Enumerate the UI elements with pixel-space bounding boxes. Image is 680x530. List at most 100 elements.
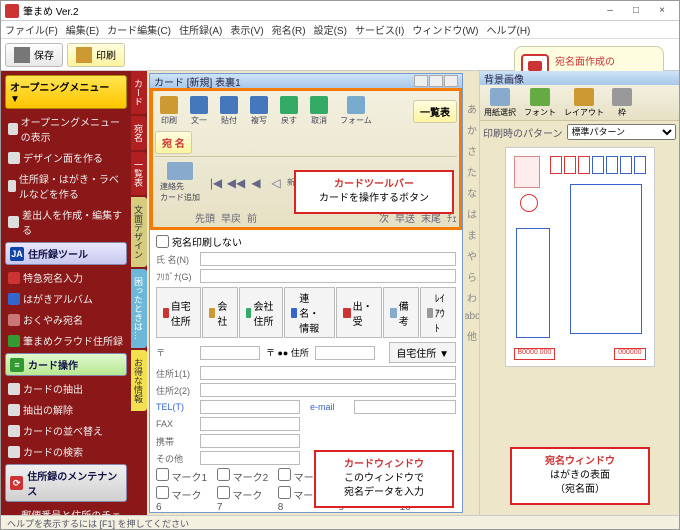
addcard-icon bbox=[167, 162, 193, 180]
maximize-button[interactable]: □ bbox=[623, 3, 649, 19]
mark-cb[interactable]: マーク1 bbox=[156, 468, 207, 484]
fax-input[interactable] bbox=[200, 417, 300, 431]
menu-window[interactable]: ウィンドウ(W) bbox=[412, 22, 478, 37]
menu-help[interactable]: ヘルプ(H) bbox=[487, 22, 531, 37]
tb-redo[interactable]: 取消 bbox=[305, 93, 333, 129]
mark-cb[interactable]: マーク6 bbox=[156, 486, 207, 512]
save-button[interactable]: 保存 bbox=[5, 43, 63, 67]
nav-fastback[interactable]: ◀◀ bbox=[227, 175, 245, 191]
menubar: ファイル(F) 編集(E) カード編集(C) 住所録(A) 表示(V) 宛名(R… bbox=[1, 21, 679, 39]
email-input[interactable] bbox=[354, 400, 456, 414]
tb-print[interactable]: 印刷 bbox=[155, 93, 183, 129]
nav-prev[interactable]: ◀ bbox=[247, 175, 265, 191]
kana-item[interactable]: 他 bbox=[467, 328, 477, 343]
tb-form[interactable]: フォーム bbox=[335, 93, 377, 129]
vtab-atena[interactable]: 宛名 bbox=[131, 116, 147, 150]
kana-item[interactable]: や bbox=[467, 248, 477, 263]
kana-item[interactable]: ら bbox=[467, 269, 477, 284]
kana-item[interactable]: な bbox=[467, 185, 477, 200]
kana-item[interactable]: わ bbox=[467, 290, 477, 305]
sidebar-item[interactable]: カードの抽出 bbox=[5, 379, 127, 398]
kana-item[interactable]: あ bbox=[467, 101, 477, 116]
list-button[interactable]: 一覧表 bbox=[413, 100, 457, 123]
kana-input[interactable] bbox=[200, 269, 456, 283]
kana-item[interactable]: は bbox=[467, 206, 477, 221]
sidebar-item[interactable]: デザイン面を作る bbox=[5, 148, 127, 167]
kana-item[interactable]: か bbox=[467, 122, 477, 137]
sidebar-header-address[interactable]: JA住所録ツール bbox=[5, 242, 127, 265]
sidebar-item[interactable]: 筆まめクラウド住所録 bbox=[5, 331, 127, 350]
cw-close-button[interactable] bbox=[444, 75, 458, 87]
nav-prev2[interactable]: ◁ bbox=[267, 175, 285, 191]
kana-item[interactable]: abc bbox=[464, 311, 480, 322]
sidebar-header-maint[interactable]: ⟳住所録のメンテナンス bbox=[5, 464, 127, 502]
tab-home[interactable]: 自宅住所 bbox=[156, 287, 201, 338]
tab-memo[interactable]: 備考 bbox=[383, 287, 419, 338]
menu-service[interactable]: サービス(I) bbox=[355, 22, 404, 37]
home-addr-button[interactable]: 自宅住所 ▼ bbox=[389, 342, 456, 363]
tab-renmei[interactable]: 連名・情報 bbox=[284, 287, 335, 338]
vtab-info[interactable]: お得な情報 bbox=[131, 350, 147, 411]
nav-first[interactable]: |◀ bbox=[207, 175, 225, 191]
tb-copy[interactable]: 複写 bbox=[245, 93, 273, 129]
addcard-button[interactable]: 連絡先 カード追加 bbox=[155, 159, 205, 206]
layout-button[interactable]: レイアウト bbox=[562, 86, 606, 120]
sidebar-header-cardop[interactable]: ≡カード操作 bbox=[5, 353, 127, 376]
menu-cardedit[interactable]: カード編集(C) bbox=[107, 22, 171, 37]
vtab-help[interactable]: 困ったときは… bbox=[131, 269, 147, 348]
sidebar-item[interactable]: 住所録・はがき・ラベルなどを作る bbox=[5, 169, 127, 203]
tb-text[interactable]: 文一 bbox=[185, 93, 213, 129]
frame-button[interactable]: 枠 bbox=[610, 86, 634, 120]
zip2-input[interactable] bbox=[315, 346, 375, 360]
kana-item[interactable]: た bbox=[467, 164, 477, 179]
vtab-list[interactable]: 一覧表 bbox=[131, 152, 147, 195]
sidebar-item[interactable]: カードの並べ替え bbox=[5, 421, 127, 440]
sidebar-item[interactable]: はがきアルバム bbox=[5, 289, 127, 308]
sidebar-item[interactable]: カードの検索 bbox=[5, 442, 127, 461]
sidebar-item[interactable]: おくやみ宛名 bbox=[5, 310, 127, 329]
zip1-input[interactable] bbox=[200, 346, 260, 360]
addr1-input[interactable] bbox=[200, 366, 456, 380]
mobile-input[interactable] bbox=[200, 434, 300, 448]
sidebar-item[interactable]: 差出人を作成・編集する bbox=[5, 205, 127, 239]
close-button[interactable]: × bbox=[649, 3, 675, 19]
menu-settings[interactable]: 設定(S) bbox=[314, 22, 347, 37]
tab-layout[interactable]: ﾚｲｱｳﾄ bbox=[420, 287, 456, 338]
name-input[interactable] bbox=[200, 252, 456, 266]
atena-button[interactable]: 宛 名 bbox=[155, 131, 192, 154]
menu-address[interactable]: 住所録(A) bbox=[179, 22, 222, 37]
pattern-select[interactable]: 標準パターン bbox=[567, 124, 677, 140]
text-icon bbox=[190, 96, 208, 114]
menu-edit[interactable]: 編集(E) bbox=[66, 22, 99, 37]
printer-icon bbox=[76, 47, 92, 63]
tel-input[interactable] bbox=[200, 400, 300, 414]
sidebar-item[interactable]: 抽出の解除 bbox=[5, 400, 127, 419]
sidebar-item[interactable]: オープニングメニューの表示 bbox=[5, 112, 127, 146]
sidebar-item[interactable]: 郵便番号と住所のチェック bbox=[5, 505, 127, 515]
vtab-design[interactable]: 文面デザイン bbox=[131, 197, 147, 267]
font-button[interactable]: フォント bbox=[522, 86, 558, 120]
tab-deuke[interactable]: 出・受 bbox=[336, 287, 382, 338]
minimize-button[interactable]: – bbox=[597, 3, 623, 19]
cw-min-button[interactable] bbox=[414, 75, 428, 87]
cw-max-button[interactable] bbox=[429, 75, 443, 87]
print-button[interactable]: 印刷 bbox=[67, 43, 125, 67]
mark-cb[interactable]: マーク2 bbox=[217, 468, 268, 484]
addr2-input[interactable] bbox=[200, 383, 456, 397]
tab-coaddr[interactable]: 会社住所 bbox=[239, 287, 284, 338]
opening-menu-button[interactable]: オープニングメニュー ▼ bbox=[5, 75, 127, 109]
other-input[interactable] bbox=[200, 451, 300, 465]
kana-item[interactable]: さ bbox=[467, 143, 477, 158]
menu-view[interactable]: 表示(V) bbox=[230, 22, 263, 37]
vtab-card[interactable]: カード bbox=[131, 71, 147, 114]
tab-company[interactable]: 会社 bbox=[202, 287, 238, 338]
tb-undo[interactable]: 戻す bbox=[275, 93, 303, 129]
mark-cb[interactable]: マーク7 bbox=[217, 486, 268, 512]
paper-select-button[interactable]: 用紙選択 bbox=[482, 86, 518, 120]
noprint-checkbox[interactable] bbox=[156, 235, 169, 248]
menu-file[interactable]: ファイル(F) bbox=[5, 22, 58, 37]
sidebar-item[interactable]: 特急宛名入力 bbox=[5, 268, 127, 287]
tb-paste[interactable]: 貼付 bbox=[215, 93, 243, 129]
menu-atena[interactable]: 宛名(R) bbox=[272, 22, 306, 37]
kana-item[interactable]: ま bbox=[467, 227, 477, 242]
